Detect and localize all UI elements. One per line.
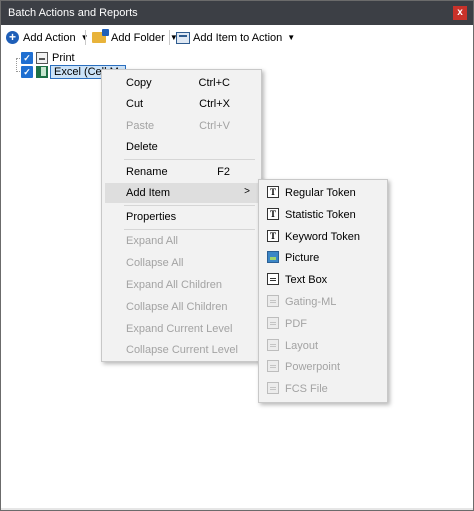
menu-item-label: Collapse All — [126, 257, 184, 269]
submenu-item-label: Powerpoint — [285, 361, 341, 373]
add-item-icon — [176, 31, 190, 44]
submenu-item-label: Gating-ML — [285, 296, 337, 308]
add-action-button[interactable]: + Add Action ▼ — [6, 29, 89, 46]
menu-item-label: Delete — [126, 141, 158, 153]
menu-item-label: Paste — [126, 120, 155, 132]
tree-item-label: Print — [52, 51, 75, 64]
submenu-item-regular-token[interactable]: T Regular Token — [262, 183, 384, 203]
menu-item-label: Expand Current Level — [126, 323, 233, 335]
context-menu: Copy Ctrl+C Cut Ctrl+X Paste Ctrl+V Dele… — [101, 69, 262, 362]
menu-item-expand-all: Expand All — [105, 231, 258, 251]
chevron-down-icon: ▼ — [287, 33, 296, 42]
toolbar-divider — [85, 30, 86, 45]
picture-icon — [267, 251, 279, 263]
chevron-right-icon: > — [244, 186, 250, 197]
menu-item-label: Collapse All Children — [126, 301, 228, 313]
menu-item-rename[interactable]: Rename F2 — [105, 162, 258, 182]
menu-item-paste: Paste Ctrl+V — [105, 116, 258, 136]
menu-item-shortcut: Ctrl+C — [198, 77, 230, 89]
menu-item-copy[interactable]: Copy Ctrl+C — [105, 73, 258, 93]
submenu-item-fcs-file: FCS File — [262, 379, 384, 399]
token-icon: T — [267, 208, 279, 220]
menu-separator — [124, 159, 255, 160]
menu-separator — [124, 205, 255, 206]
submenu-item-label: Statistic Token — [285, 209, 356, 221]
menu-item-label: Add Item — [126, 187, 171, 199]
add-item-submenu: T Regular Token T Statistic Token T Keyw… — [258, 179, 388, 403]
submenu-item-label: Picture — [285, 252, 320, 264]
menu-item-collapse-all-children: Collapse All Children — [105, 297, 258, 317]
pdf-icon — [267, 317, 279, 329]
menu-item-label: Expand All Children — [126, 279, 223, 291]
menu-item-properties[interactable]: Properties — [105, 207, 258, 227]
submenu-item-pdf: PDF — [262, 314, 384, 334]
submenu-item-picture[interactable]: Picture — [262, 248, 384, 268]
menu-item-label: Properties — [126, 211, 177, 223]
gating-ml-icon — [267, 295, 279, 307]
menu-item-label: Collapse Current Level — [126, 344, 238, 356]
powerpoint-icon — [267, 360, 279, 372]
submenu-item-text-box[interactable]: Text Box — [262, 270, 384, 290]
menu-item-expand-current-level: Expand Current Level — [105, 319, 258, 339]
menu-item-label: Expand All — [126, 235, 178, 247]
menu-item-shortcut: Ctrl+V — [199, 120, 230, 132]
add-folder-button[interactable]: Add Folder ▼ — [92, 29, 178, 46]
add-folder-label: Add Folder — [111, 31, 165, 44]
close-button[interactable]: x — [453, 6, 467, 20]
printer-icon — [36, 51, 48, 64]
submenu-item-label: Layout — [285, 340, 319, 352]
add-item-to-action-button[interactable]: Add Item to Action ▼ — [176, 29, 295, 46]
tree-item-print[interactable]: ✓ Print — [21, 51, 75, 64]
menu-item-add-item[interactable]: Add Item > — [105, 183, 258, 203]
menu-item-label: Copy — [126, 77, 152, 89]
menu-item-collapse-current-level: Collapse Current Level — [105, 340, 258, 360]
tree-connector — [16, 58, 17, 72]
text-box-icon — [267, 273, 279, 285]
add-action-label: Add Action — [23, 31, 76, 44]
submenu-item-powerpoint: Powerpoint — [262, 357, 384, 377]
menu-separator — [124, 229, 255, 230]
checkbox-checked[interactable]: ✓ — [21, 65, 33, 78]
menu-item-shortcut: Ctrl+X — [199, 98, 230, 110]
submenu-item-statistic-token[interactable]: T Statistic Token — [262, 205, 384, 225]
menu-item-label: Cut — [126, 98, 144, 110]
fcs-file-icon — [267, 382, 279, 394]
toolbar-divider — [169, 30, 170, 45]
submenu-item-keyword-token[interactable]: T Keyword Token — [262, 227, 384, 247]
menu-item-label: Rename — [126, 166, 168, 178]
menu-item-expand-all-children: Expand All Children — [105, 275, 258, 295]
token-icon: T — [267, 186, 279, 198]
submenu-item-label: Keyword Token — [285, 231, 361, 243]
layout-icon — [267, 339, 279, 351]
window-title: Batch Actions and Reports — [8, 7, 138, 19]
token-icon: T — [267, 230, 279, 242]
submenu-item-label: FCS File — [285, 383, 328, 395]
menu-item-collapse-all: Collapse All — [105, 253, 258, 273]
submenu-item-gating-ml: Gating-ML — [262, 292, 384, 312]
toolbar: + Add Action ▼ Add Folder ▼ Add Item to … — [1, 26, 473, 48]
add-item-to-action-label: Add Item to Action — [193, 31, 283, 44]
title-bar[interactable]: Batch Actions and Reports x — [1, 1, 473, 25]
menu-item-cut[interactable]: Cut Ctrl+X — [105, 94, 258, 114]
window-bottom-edge — [1, 508, 473, 510]
checkbox-checked[interactable]: ✓ — [21, 51, 33, 64]
folder-add-icon — [92, 29, 109, 43]
submenu-item-label: Regular Token — [285, 187, 356, 199]
submenu-item-label: Text Box — [285, 274, 328, 286]
submenu-item-label: PDF — [285, 318, 307, 330]
menu-item-shortcut: F2 — [217, 166, 230, 178]
submenu-item-layout: Layout — [262, 336, 384, 356]
add-circle-icon: + — [6, 31, 19, 44]
menu-item-delete[interactable]: Delete — [105, 137, 258, 157]
excel-icon — [36, 65, 48, 78]
